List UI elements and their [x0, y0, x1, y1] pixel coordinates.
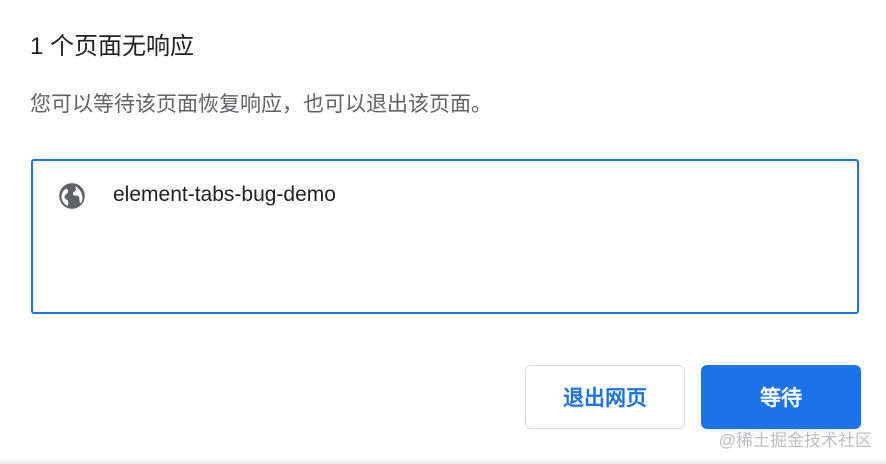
globe-icon	[59, 183, 85, 209]
bottom-shadow	[0, 458, 886, 464]
unresponsive-page-list[interactable]: element-tabs-bug-demo	[31, 159, 859, 314]
dialog-title: 1 个页面无响应	[30, 33, 195, 60]
unresponsive-page-dialog: 1 个页面无响应 您可以等待该页面恢复响应，也可以退出该页面。 element-…	[0, 0, 886, 464]
list-item[interactable]: element-tabs-bug-demo	[33, 161, 857, 231]
exit-page-button[interactable]: 退出网页	[525, 365, 685, 429]
dialog-message: 您可以等待该页面恢复响应，也可以退出该页面。	[30, 93, 492, 116]
watermark: @稀土掘金技术社区	[718, 431, 872, 450]
wait-button[interactable]: 等待	[701, 365, 861, 429]
page-name: element-tabs-bug-demo	[113, 183, 336, 206]
